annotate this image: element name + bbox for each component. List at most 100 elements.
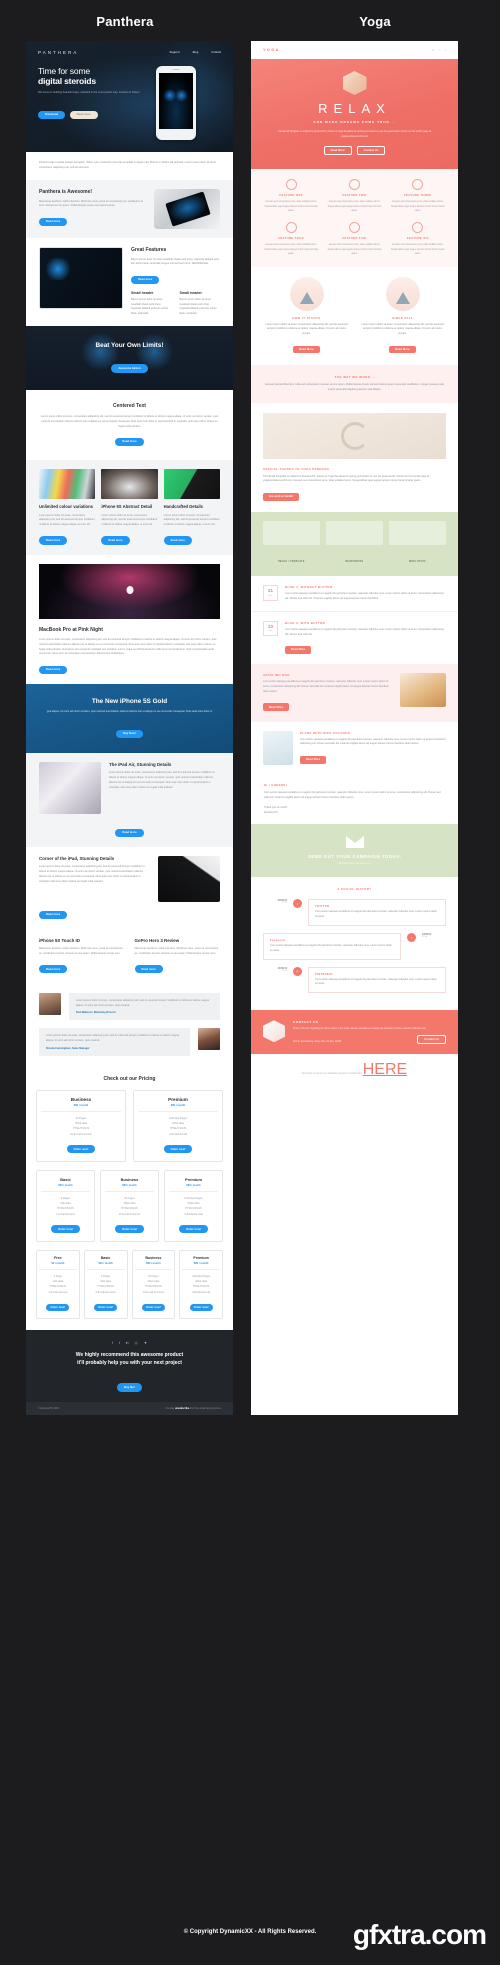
centered-readmore-button[interactable]: Read more (115, 437, 144, 446)
hero-paragraph: We focus on building beautiful Apps, pol… (38, 91, 140, 95)
two-col-readmore-button[interactable]: Read more (134, 965, 163, 974)
twitter-icon[interactable]: t (439, 48, 440, 52)
youtube-icon[interactable]: ▼ (144, 1341, 148, 1346)
great-features-body: Bacon ipsum dolor sit amet meatball shan… (131, 257, 219, 266)
unsubscribe-link[interactable]: unsubscribe (175, 1407, 189, 1410)
yoga-signoff-section: HI / CHEERS! Cum sociis natoque penatibu… (251, 774, 458, 825)
linkedin-icon[interactable]: in (126, 1341, 129, 1346)
post-date: 21 Mar (263, 585, 278, 601)
gold-body: gna aliqua. Ut enim ad minim veniam, qui… (46, 710, 213, 714)
feature-body: Aenean sed consectetur eros, vitae sodal… (327, 201, 382, 213)
feature-circle-icon (348, 179, 360, 191)
hero-readmore-button[interactable]: Read More (323, 146, 352, 156)
gold-buy-button[interactable]: Buy Now! (116, 729, 143, 738)
order-now-button[interactable]: Order now! (51, 1225, 80, 1234)
left-column-title: Panthera (96, 14, 154, 29)
thanks-tumblr-button[interactable]: His work at tumblr (263, 492, 300, 501)
feature-card: Handcrafted Details Lorem ipsum dolor si… (163, 469, 220, 546)
yoga-thanks-section: SPECIAL THANKS TO YOGA PENDANA This Emai… (251, 402, 458, 513)
ipad-air-readmore-button[interactable]: Read more (115, 828, 144, 837)
great-features-readmore-button[interactable]: Read more (131, 275, 160, 284)
order-now-button[interactable]: Order now! (179, 1225, 208, 1234)
order-now-button[interactable]: Order now! (163, 1145, 193, 1154)
post-day: 23 (268, 623, 273, 629)
card-readmore-button[interactable]: Read more (39, 536, 68, 545)
ipad-corner-readmore-button[interactable]: Read more (39, 910, 68, 919)
pricing-card: Basic $20 / month 5 Pages 5Gb data HTML/… (83, 1249, 128, 1319)
order-now-button[interactable]: Order now! (66, 1145, 96, 1154)
entry-body: Cum sociis natoque penatibus et magnis d… (315, 910, 437, 919)
plan-name: Premium (168, 1096, 188, 1102)
feature-circle-icon (348, 222, 360, 234)
pinterest-icon[interactable]: p (293, 966, 302, 976)
card-image-iphone-abstract (101, 469, 158, 500)
facebook-icon[interactable]: f (407, 933, 416, 943)
plan-name: Business (70, 1096, 92, 1102)
plan-feature: 5 E-mail Accounts (95, 1290, 116, 1294)
feature-card: Unlimited colour variations Lorem ipsum … (39, 469, 96, 546)
hero-download-button[interactable]: Download (38, 110, 66, 119)
hero-contact-button[interactable]: Contact Us (356, 146, 386, 156)
yoga-hero-title: RELAX (318, 101, 391, 116)
footer-unsubscribe-link[interactable]: HERE (363, 1061, 407, 1078)
pricing-card: Basic $20 / month 5 Pages 5Gb data HTML/… (36, 1169, 95, 1242)
two-col-readmore-button[interactable]: Read more (39, 965, 68, 974)
testimonial-quote: Lorem ipsum dolor sit amet, consectetur … (46, 1034, 179, 1043)
two-up-body: Lorem ipsum dolor sit amet, consectetur … (361, 322, 444, 336)
testimonial-author: Paul Malkovic, Marketing Director (76, 1011, 117, 1015)
twitter-icon[interactable]: t (119, 1341, 120, 1346)
awesome-readmore-button[interactable]: Read more (39, 217, 68, 226)
card-readmore-button[interactable]: Read more (101, 536, 130, 545)
small-header-right: Small header (179, 290, 202, 295)
yoga-footer: Dont want to receive our newsletter anym… (251, 1054, 458, 1087)
feature-body: Aenean sed consectetur eros, vitae sodal… (264, 244, 319, 256)
plane-readmore-button[interactable]: Read More (300, 755, 327, 764)
ipad-air-heading: The iPad Air, Stunning Details (109, 762, 172, 768)
entry-network: Facebook (270, 939, 286, 943)
order-now-button[interactable]: Order now! (115, 1225, 144, 1234)
facebook-icon[interactable]: f (112, 1341, 113, 1346)
feature-title: FEATURE FIVE (342, 237, 367, 241)
panthera-hero: PANTHERA Support Blog Contact Time for s… (26, 41, 233, 152)
post-day: 21 (268, 588, 273, 594)
thanks-title: SPECIAL THANKS TO YOGA PENDANA (263, 466, 330, 471)
plan-feature: 10 E-mail Accounts (70, 1132, 92, 1136)
plan-name: Premium (193, 1255, 209, 1260)
post-readmore-button[interactable]: Read More (285, 645, 312, 654)
avatar (39, 992, 61, 1015)
dog-readmore-button[interactable]: Read More (263, 703, 290, 712)
avatar (198, 1028, 220, 1051)
post-title: BLOG 1, WITHOUT BUTTON (285, 585, 333, 590)
macbook-readmore-button[interactable]: Read more (39, 665, 68, 674)
order-now-button[interactable]: Order now! (94, 1303, 118, 1312)
cta-heading: Beat Your Own Limits! (95, 341, 164, 349)
contact-us-button[interactable]: Contact Us (417, 1035, 446, 1045)
cta-awesome-button[interactable]: Awesome button (111, 364, 148, 373)
card-title: Handcrafted Details (163, 504, 203, 510)
entry-timestamp: 23/08/14 17:04 (263, 899, 287, 904)
card-readmore-button[interactable]: Read more (163, 536, 192, 545)
linkedin-icon[interactable]: in (432, 48, 434, 52)
twitter-icon[interactable]: t (293, 899, 302, 909)
order-now-button[interactable]: Order now! (141, 1303, 165, 1312)
dribbble-icon[interactable]: ◎ (135, 1341, 138, 1346)
two-up-readmore-button[interactable]: Read More (293, 345, 320, 354)
awesome-heading: Panthera is Awesome! (39, 188, 93, 195)
yoga-hero: RELAX AND MAKE DREAMS COME TRUE... This … (251, 59, 458, 170)
feature-title: FEATURE TWO (342, 194, 367, 198)
pricing-card: Premium $80 / month Unlimited Pages 50Gb… (164, 1169, 223, 1242)
footer-buy-button[interactable]: Buy Me! (117, 1383, 142, 1392)
facebook-icon[interactable]: f (445, 48, 446, 52)
order-now-button[interactable]: Order now! (189, 1303, 213, 1312)
two-col-heading: GoPro Hero 3 Review (134, 938, 180, 944)
two-up-readmore-button[interactable]: Read More (389, 345, 416, 354)
panthera-ipad-air-section: The iPad Air, Stunning Details Lorem ips… (26, 753, 233, 848)
hero-readmore-button[interactable]: Read more (69, 110, 98, 119)
dog-title: AKITA INU DOG (263, 673, 290, 678)
social-history-entry: 23/08/14 17:04 p PINTEREST Cum sociis na… (263, 966, 446, 994)
yoga-green-icons-section: IMAGE / TEMPLATE RESPONSIVE WIDE STUFF (251, 512, 458, 577)
signoff-name: DynamicXX (264, 810, 278, 814)
order-now-button[interactable]: Order now! (46, 1303, 70, 1312)
plan-price: $80 / month (170, 1103, 186, 1107)
yoga-newsletter-banner: SEND OUT YOUR CAMPAIGN TODAY! and then r… (251, 824, 458, 878)
